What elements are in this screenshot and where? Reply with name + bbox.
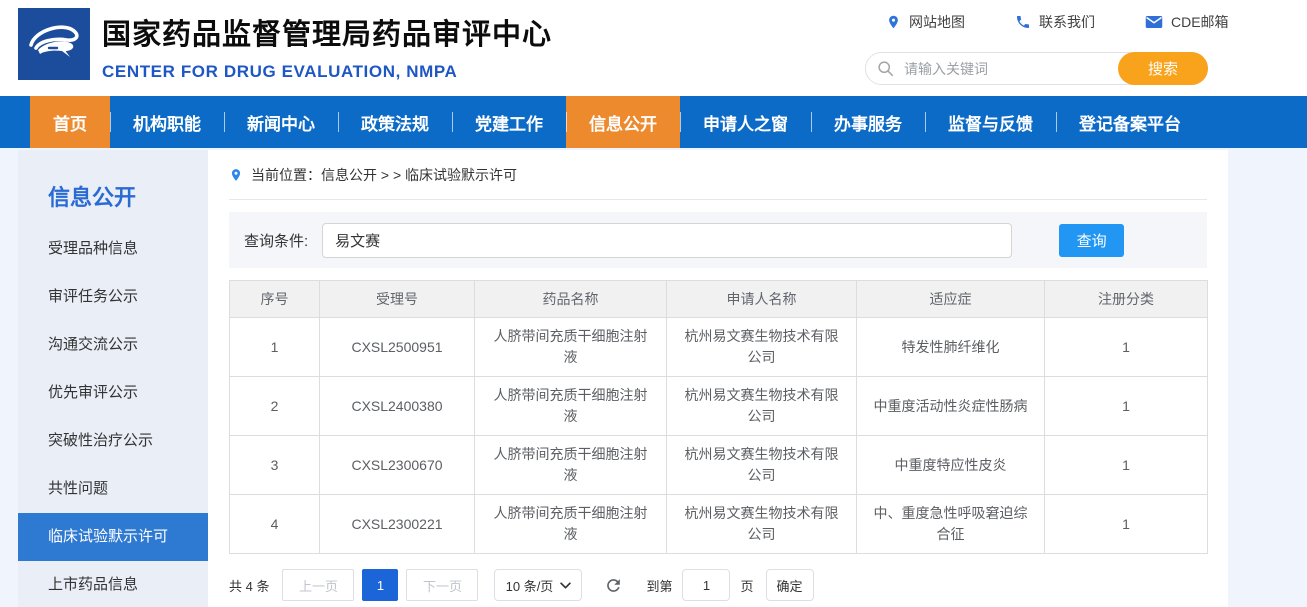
cell-index: 2 <box>230 377 320 436</box>
goto-page-label: 到第 <box>646 576 672 595</box>
table-row: 3 CXSL2300670 人脐带间充质干细胞注射液 杭州易文赛生物技术有限公司… <box>230 436 1208 495</box>
nav-item-news[interactable]: 新闻中心 <box>224 96 338 148</box>
col-header-applicant: 申请人名称 <box>667 281 857 318</box>
cell-index: 4 <box>230 495 320 554</box>
nav-item-home[interactable]: 首页 <box>30 96 110 148</box>
site-title-en: CENTER FOR DRUG EVALUATION, NMPA <box>102 62 552 82</box>
location-pin-icon <box>886 13 901 31</box>
nav-item-services[interactable]: 办事服务 <box>811 96 925 148</box>
search-button[interactable]: 搜索 <box>1118 52 1208 85</box>
phone-icon <box>1015 14 1031 30</box>
table-row: 2 CXSL2400380 人脐带间充质干细胞注射液 杭州易文赛生物技术有限公司… <box>230 377 1208 436</box>
sidebar-item-priority-review[interactable]: 优先审评公示 <box>18 369 208 417</box>
nav-item-functions[interactable]: 机构职能 <box>110 96 224 148</box>
cell-drug-name: 人脐带间充质干细胞注射液 <box>475 318 667 377</box>
col-header-index: 序号 <box>230 281 320 318</box>
cell-indication: 中重度特应性皮炎 <box>857 436 1045 495</box>
table-row: 4 CXSL2300221 人脐带间充质干细胞注射液 杭州易文赛生物技术有限公司… <box>230 495 1208 554</box>
cell-acceptance-no: CXSL2300221 <box>320 495 475 554</box>
sidebar-item-communication[interactable]: 沟通交流公示 <box>18 321 208 369</box>
nav-item-policy[interactable]: 政策法规 <box>338 96 452 148</box>
cell-indication: 中、重度急性呼吸窘迫综合征 <box>857 495 1045 554</box>
cell-acceptance-no: CXSL2500951 <box>320 318 475 377</box>
cell-applicant: 杭州易文赛生物技术有限公司 <box>667 318 857 377</box>
sidebar-item-marketed-drugs[interactable]: 上市药品信息 <box>18 561 208 607</box>
sidebar-title: 信息公开 <box>18 150 208 225</box>
sidebar: 信息公开 受理品种信息 审评任务公示 沟通交流公示 优先审评公示 突破性治疗公示… <box>18 150 208 607</box>
cell-indication: 中重度活动性炎症性肠病 <box>857 377 1045 436</box>
query-form: 查询条件: 查询 <box>229 212 1207 268</box>
col-header-drug-name: 药品名称 <box>475 281 667 318</box>
goto-page-input[interactable] <box>682 569 730 601</box>
cde-mail-link[interactable]: CDE邮箱 <box>1145 12 1229 32</box>
search-icon <box>877 60 894 77</box>
sitemap-link-label: 网站地图 <box>909 12 965 32</box>
contact-link-label: 联系我们 <box>1039 12 1095 32</box>
location-pin-icon <box>229 166 243 184</box>
query-button[interactable]: 查询 <box>1059 224 1124 257</box>
cell-registration-class: 1 <box>1045 436 1208 495</box>
contact-link[interactable]: 联系我们 <box>1015 12 1095 32</box>
nav-item-info-disclosure[interactable]: 信息公开 <box>566 96 680 148</box>
cde-mail-link-label: CDE邮箱 <box>1171 12 1229 32</box>
cell-drug-name: 人脐带间充质干细胞注射液 <box>475 377 667 436</box>
cell-applicant: 杭州易文赛生物技术有限公司 <box>667 495 857 554</box>
prev-page-button[interactable]: 上一页 <box>282 569 354 601</box>
cell-acceptance-no: CXSL2300670 <box>320 436 475 495</box>
sitemap-link[interactable]: 网站地图 <box>886 12 965 32</box>
site-titles: 国家药品监督管理局药品审评中心 CENTER FOR DRUG EVALUATI… <box>102 11 552 82</box>
nav-item-registration-platform[interactable]: 登记备案平台 <box>1056 96 1204 148</box>
main-nav: 首页 机构职能 新闻中心 政策法规 党建工作 信息公开 申请人之窗 办事服务 监… <box>0 96 1307 148</box>
total-count-label: 共 4 条 <box>229 576 269 595</box>
site-title-cn: 国家药品监督管理局药品审评中心 <box>102 11 552 53</box>
cell-applicant: 杭州易文赛生物技术有限公司 <box>667 377 857 436</box>
results-table: 序号 受理号 药品名称 申请人名称 适应症 注册分类 1 CXSL2500951… <box>229 280 1208 554</box>
header-quick-links: 网站地图 联系我们 CDE邮箱 <box>886 12 1229 32</box>
header-search-bar: 搜索 <box>865 52 1208 85</box>
sidebar-item-clinical-trial-license[interactable]: 临床试验默示许可 <box>18 513 208 561</box>
refresh-icon[interactable] <box>604 574 626 596</box>
page-size-select[interactable]: 10 条/页 <box>494 569 582 601</box>
breadcrumb: 当前位置：信息公开 > > 临床试验默示许可 <box>229 150 1207 200</box>
nav-item-supervision[interactable]: 监督与反馈 <box>925 96 1056 148</box>
chevron-down-icon <box>560 582 571 589</box>
sidebar-item-accepted-varieties[interactable]: 受理品种信息 <box>18 225 208 273</box>
cell-index: 3 <box>230 436 320 495</box>
page-size-value: 10 条/页 <box>506 576 554 595</box>
page-unit-label: 页 <box>740 576 753 595</box>
confirm-button[interactable]: 确定 <box>766 569 814 601</box>
breadcrumb-text: 当前位置：信息公开 > > 临床试验默示许可 <box>251 165 517 185</box>
sidebar-item-review-tasks[interactable]: 审评任务公示 <box>18 273 208 321</box>
page-number-button[interactable]: 1 <box>362 569 398 601</box>
cell-acceptance-no: CXSL2400380 <box>320 377 475 436</box>
cell-registration-class: 1 <box>1045 377 1208 436</box>
query-condition-label: 查询条件: <box>244 230 308 251</box>
sidebar-item-common-issues[interactable]: 共性问题 <box>18 465 208 513</box>
next-page-button[interactable]: 下一页 <box>406 569 478 601</box>
cell-registration-class: 1 <box>1045 318 1208 377</box>
nav-item-applicant-window[interactable]: 申请人之窗 <box>680 96 811 148</box>
col-header-indication: 适应症 <box>857 281 1045 318</box>
sidebar-item-breakthrough-therapy[interactable]: 突破性治疗公示 <box>18 417 208 465</box>
main-content: 当前位置：信息公开 > > 临床试验默示许可 查询条件: 查询 序号 受理号 药… <box>208 150 1228 607</box>
cell-drug-name: 人脐带间充质干细胞注射液 <box>475 495 667 554</box>
cell-applicant: 杭州易文赛生物技术有限公司 <box>667 436 857 495</box>
mail-icon <box>1145 15 1163 29</box>
cell-drug-name: 人脐带间充质干细胞注射液 <box>475 436 667 495</box>
col-header-acceptance-no: 受理号 <box>320 281 475 318</box>
cell-indication: 特发性肺纤维化 <box>857 318 1045 377</box>
cell-index: 1 <box>230 318 320 377</box>
table-row: 1 CXSL2500951 人脐带间充质干细胞注射液 杭州易文赛生物技术有限公司… <box>230 318 1208 377</box>
col-header-registration-class: 注册分类 <box>1045 281 1208 318</box>
cell-registration-class: 1 <box>1045 495 1208 554</box>
table-header-row: 序号 受理号 药品名称 申请人名称 适应症 注册分类 <box>230 281 1208 318</box>
cde-logo-icon <box>18 8 90 80</box>
pagination-bar: 共 4 条 上一页 1 下一页 10 条/页 到第 页 确定 <box>229 569 1207 601</box>
site-header: 国家药品监督管理局药品审评中心 CENTER FOR DRUG EVALUATI… <box>0 0 1307 96</box>
nav-item-party[interactable]: 党建工作 <box>452 96 566 148</box>
query-condition-input[interactable] <box>322 223 1012 258</box>
